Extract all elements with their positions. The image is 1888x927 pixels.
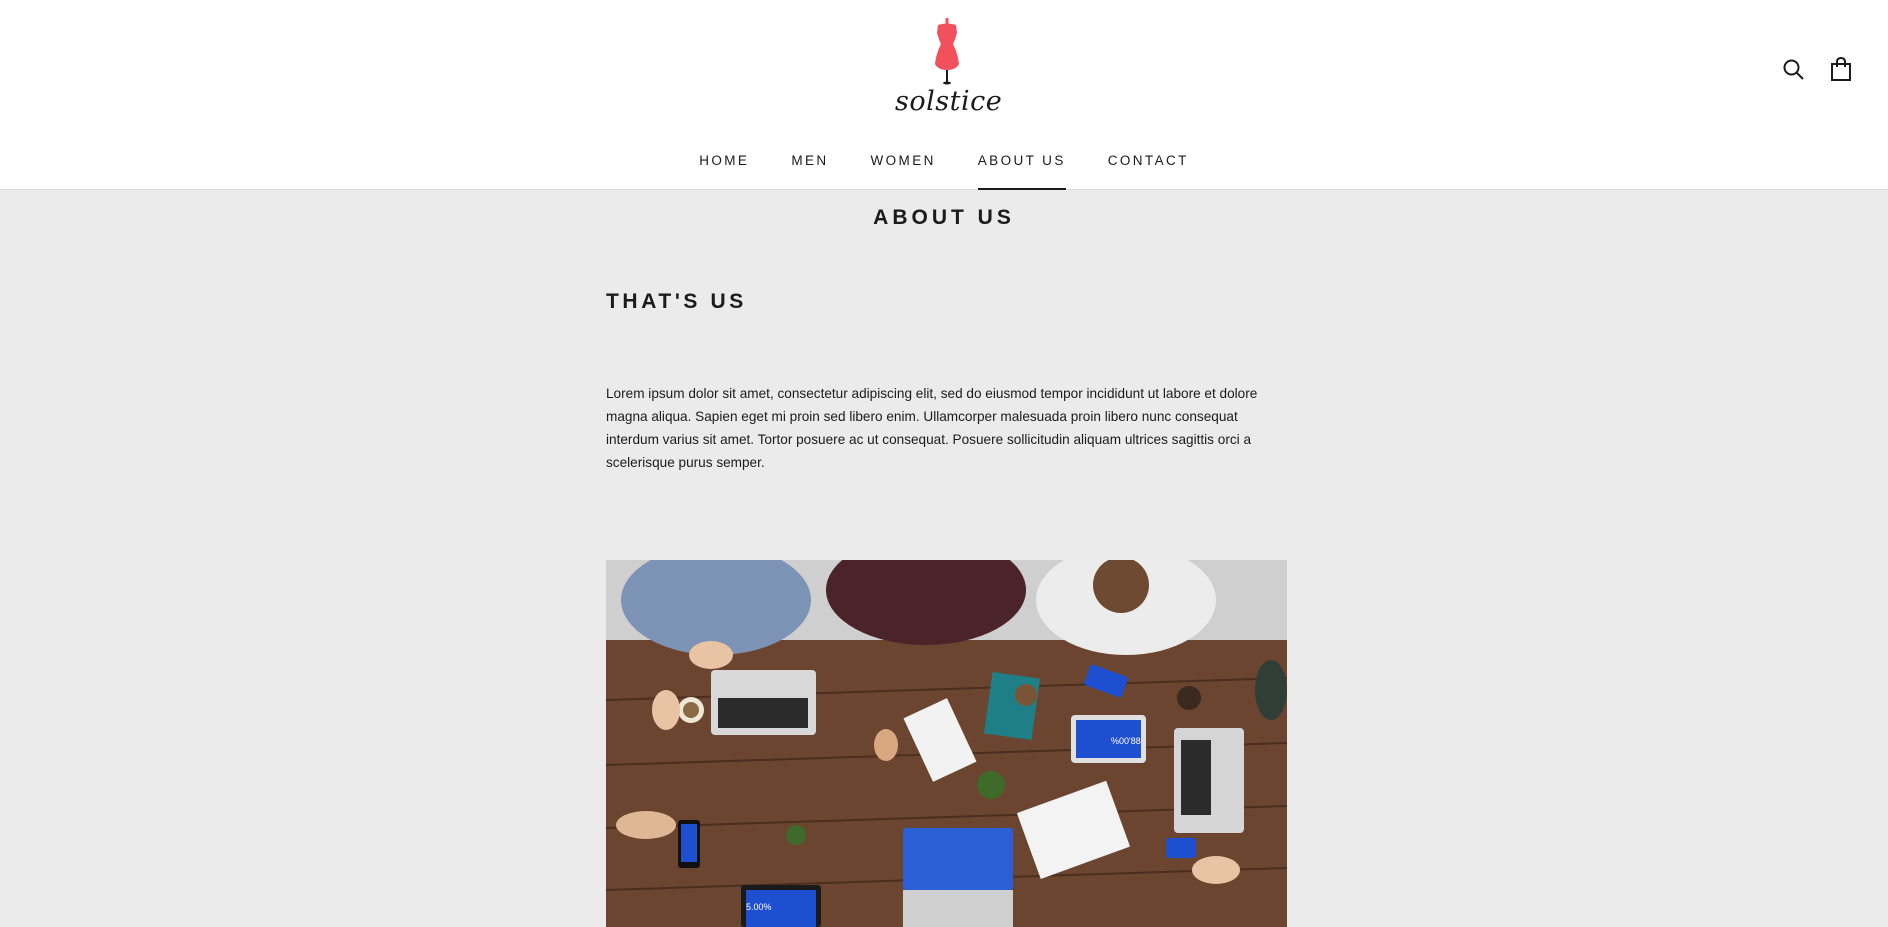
header-actions xyxy=(1782,56,1852,82)
nav-item-men[interactable]: MEN xyxy=(770,150,849,190)
nav-item-women[interactable]: WOMEN xyxy=(850,150,957,190)
tablet-stat-label-2: 5.00% xyxy=(746,902,772,912)
cart-button[interactable] xyxy=(1830,56,1852,82)
search-icon xyxy=(1783,59,1804,80)
tablet-stat-label: %00'88 xyxy=(1111,736,1141,746)
nav-item-about-us[interactable]: ABOUT US xyxy=(957,150,1087,190)
logo-text: solstice xyxy=(895,86,1003,117)
team-photo: %00'88 5.00% xyxy=(606,560,1287,927)
site-header: solstice HOME MEN WOMEN ABOUT US CONTACT xyxy=(0,0,1888,190)
search-button[interactable] xyxy=(1782,56,1804,82)
logo[interactable]: solstice xyxy=(895,18,1003,122)
nav-item-contact[interactable]: CONTACT xyxy=(1087,150,1210,190)
main-nav: HOME MEN WOMEN ABOUT US CONTACT xyxy=(0,150,1888,190)
about-paragraph: Lorem ipsum dolor sit amet, consectetur … xyxy=(606,386,1258,470)
page-title: ABOUT US xyxy=(873,206,1015,229)
dress-form-icon xyxy=(935,18,959,85)
nav-item-home[interactable]: HOME xyxy=(678,150,770,190)
shopping-bag-icon xyxy=(1831,57,1851,81)
section-title: THAT'S US xyxy=(606,290,747,313)
team-photo-illustration: %00'88 5.00% xyxy=(606,560,1287,927)
